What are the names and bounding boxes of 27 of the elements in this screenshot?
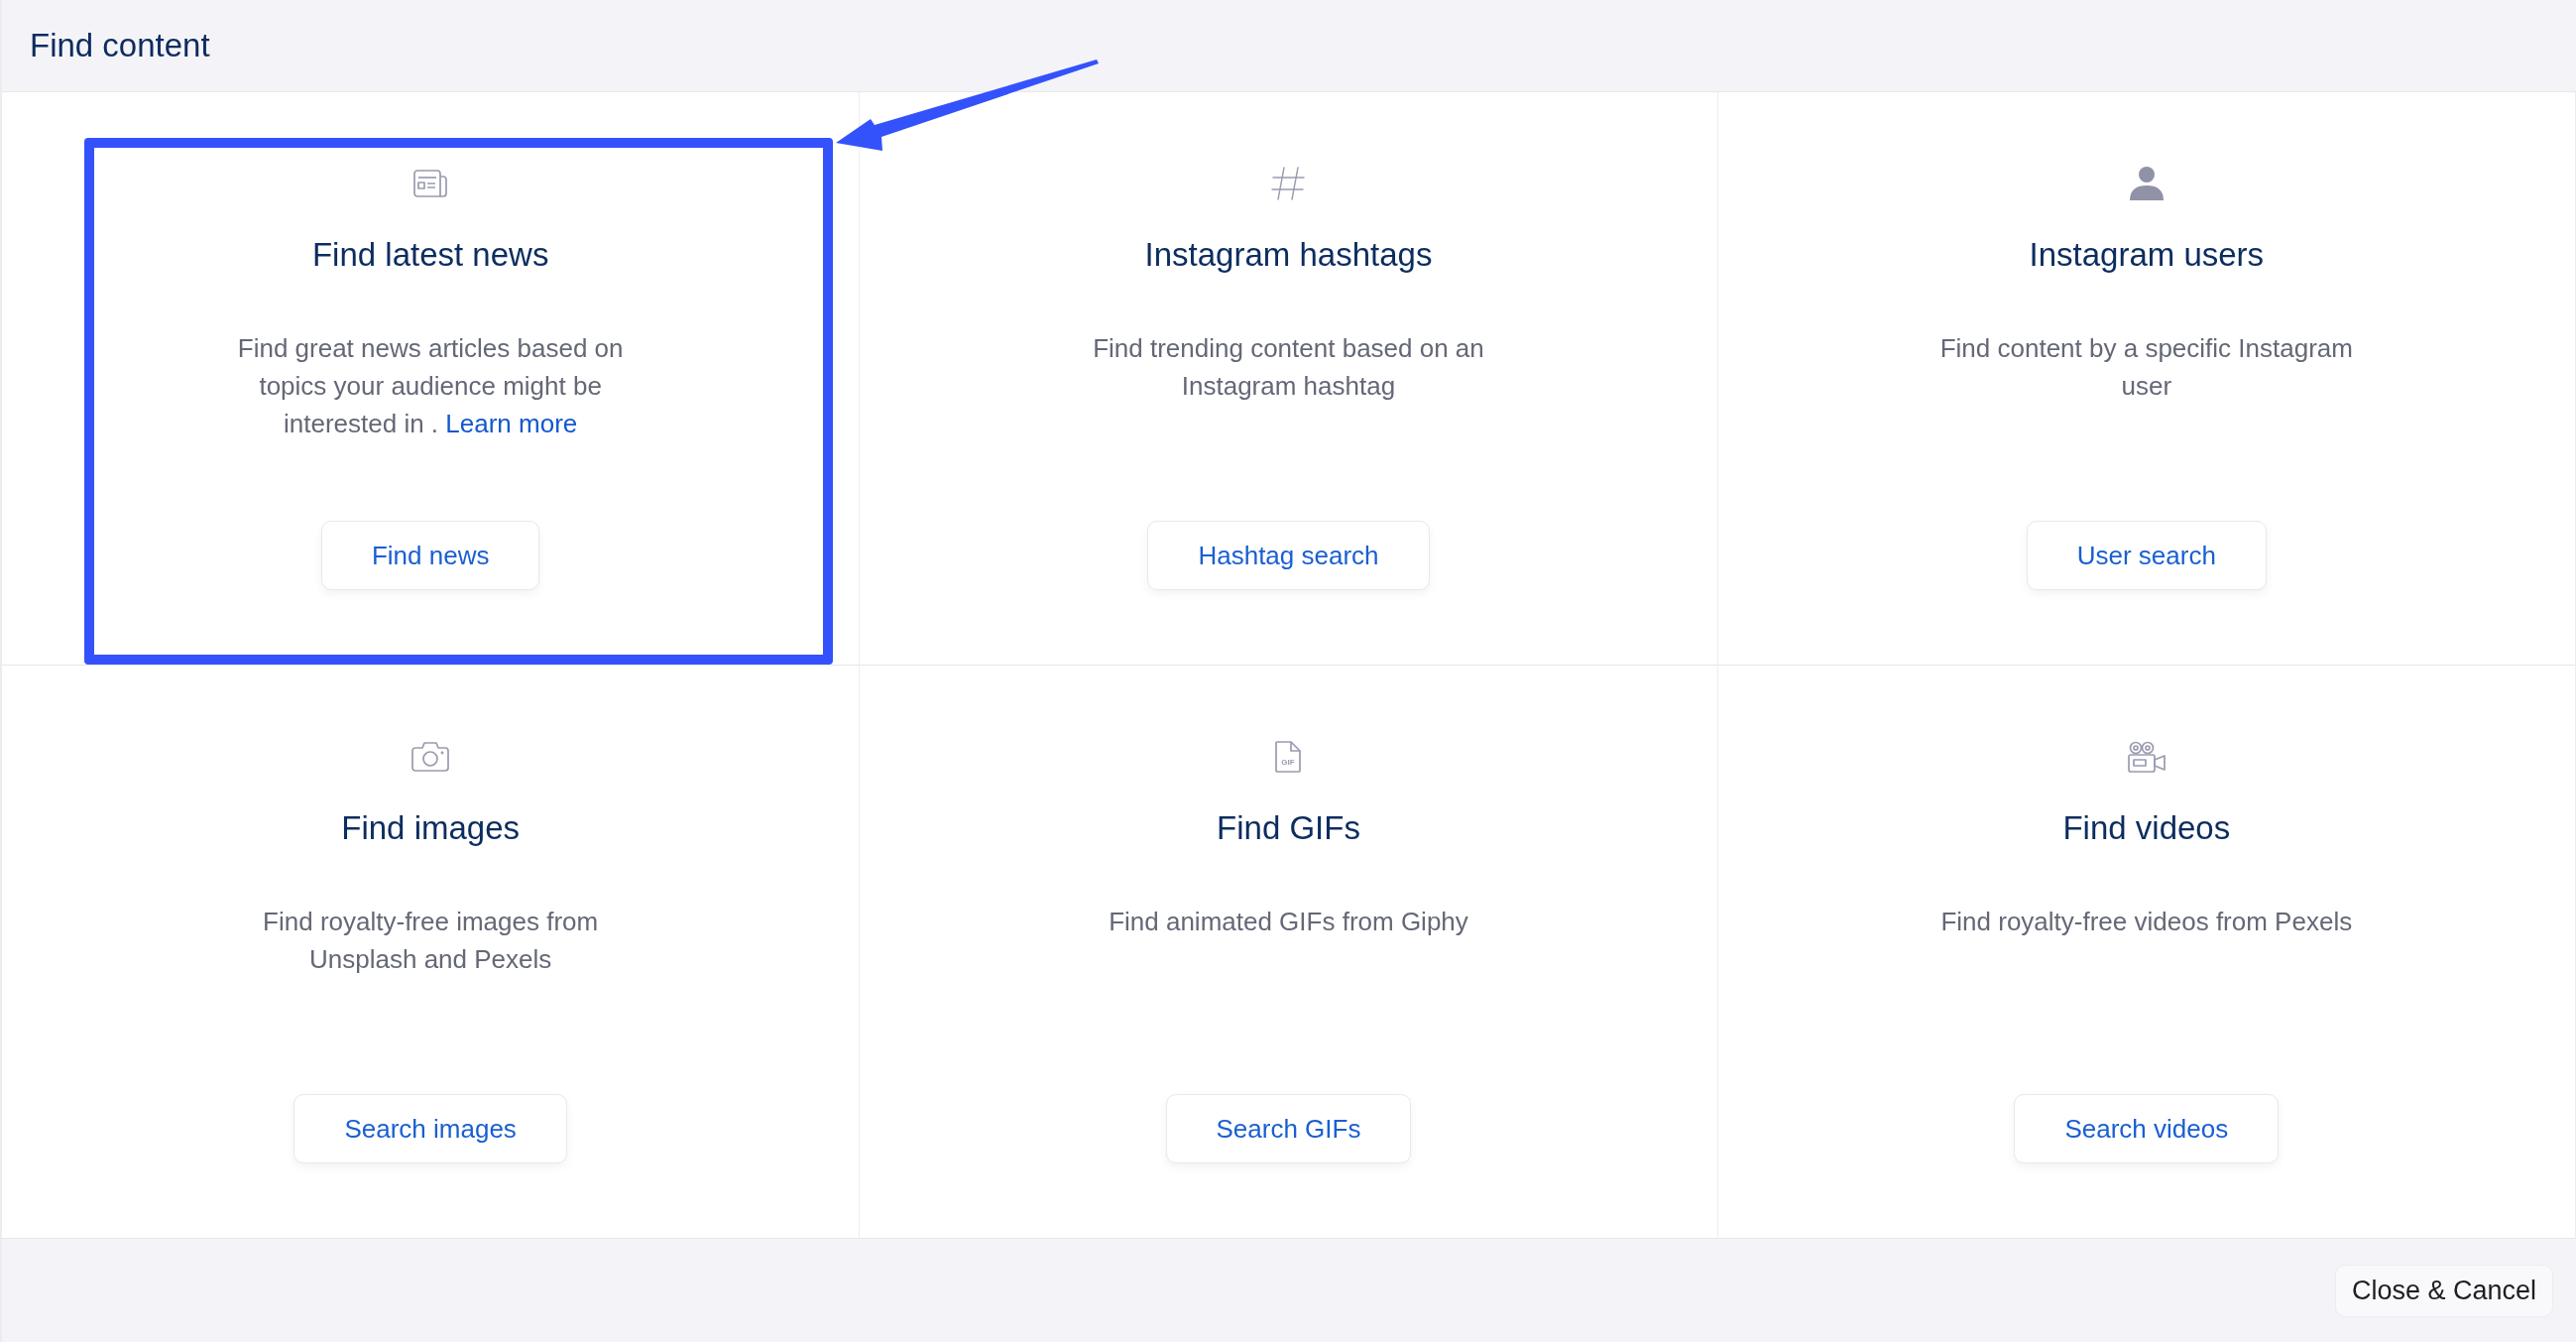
person-icon [2128, 167, 2165, 200]
card-action-button[interactable]: User search [2026, 521, 2267, 590]
card-action-button[interactable]: Search videos [2014, 1094, 2280, 1163]
card-title: Instagram users [2029, 235, 2265, 275]
video-camera-icon [2127, 741, 2166, 773]
card-title: Instagram hashtags [1144, 235, 1433, 275]
card-action-button[interactable]: Search images [293, 1094, 567, 1163]
card-description: Find content by a specific Instagram user [1938, 332, 2354, 403]
card-description: Find royalty-free videos from Pexels [1940, 906, 2353, 938]
gif-file-icon: GIF [1275, 741, 1302, 773]
close-cancel-button[interactable]: Close & Cancel [2334, 1264, 2553, 1317]
camera-icon [411, 742, 450, 772]
learn-more-link[interactable]: Learn more [445, 409, 578, 438]
card-action-button[interactable]: Search GIFs [1165, 1094, 1412, 1163]
card-description: Find royalty-free images from Unsplash and Pexels [262, 906, 600, 976]
dialog-title: Find content [30, 27, 210, 64]
card-title: Find images [341, 808, 521, 848]
newspaper-icon [413, 170, 448, 197]
card-description: Find trending content based on an Instagram hashtag [1092, 332, 1485, 403]
card-action-button[interactable]: Find news [320, 521, 540, 590]
card-action-button[interactable]: Hashtag search [1147, 521, 1430, 590]
card-description: Find great news articles based on topics your audience might be interested in . Learn more [236, 332, 625, 440]
hashtag-icon [1271, 167, 1306, 200]
card-title: Find videos [2062, 808, 2231, 848]
card-title: Find latest news [311, 235, 549, 275]
card-title: Find GIFs [1217, 808, 1360, 848]
card-description: Find animated GIFs from Giphy [1109, 906, 1468, 938]
